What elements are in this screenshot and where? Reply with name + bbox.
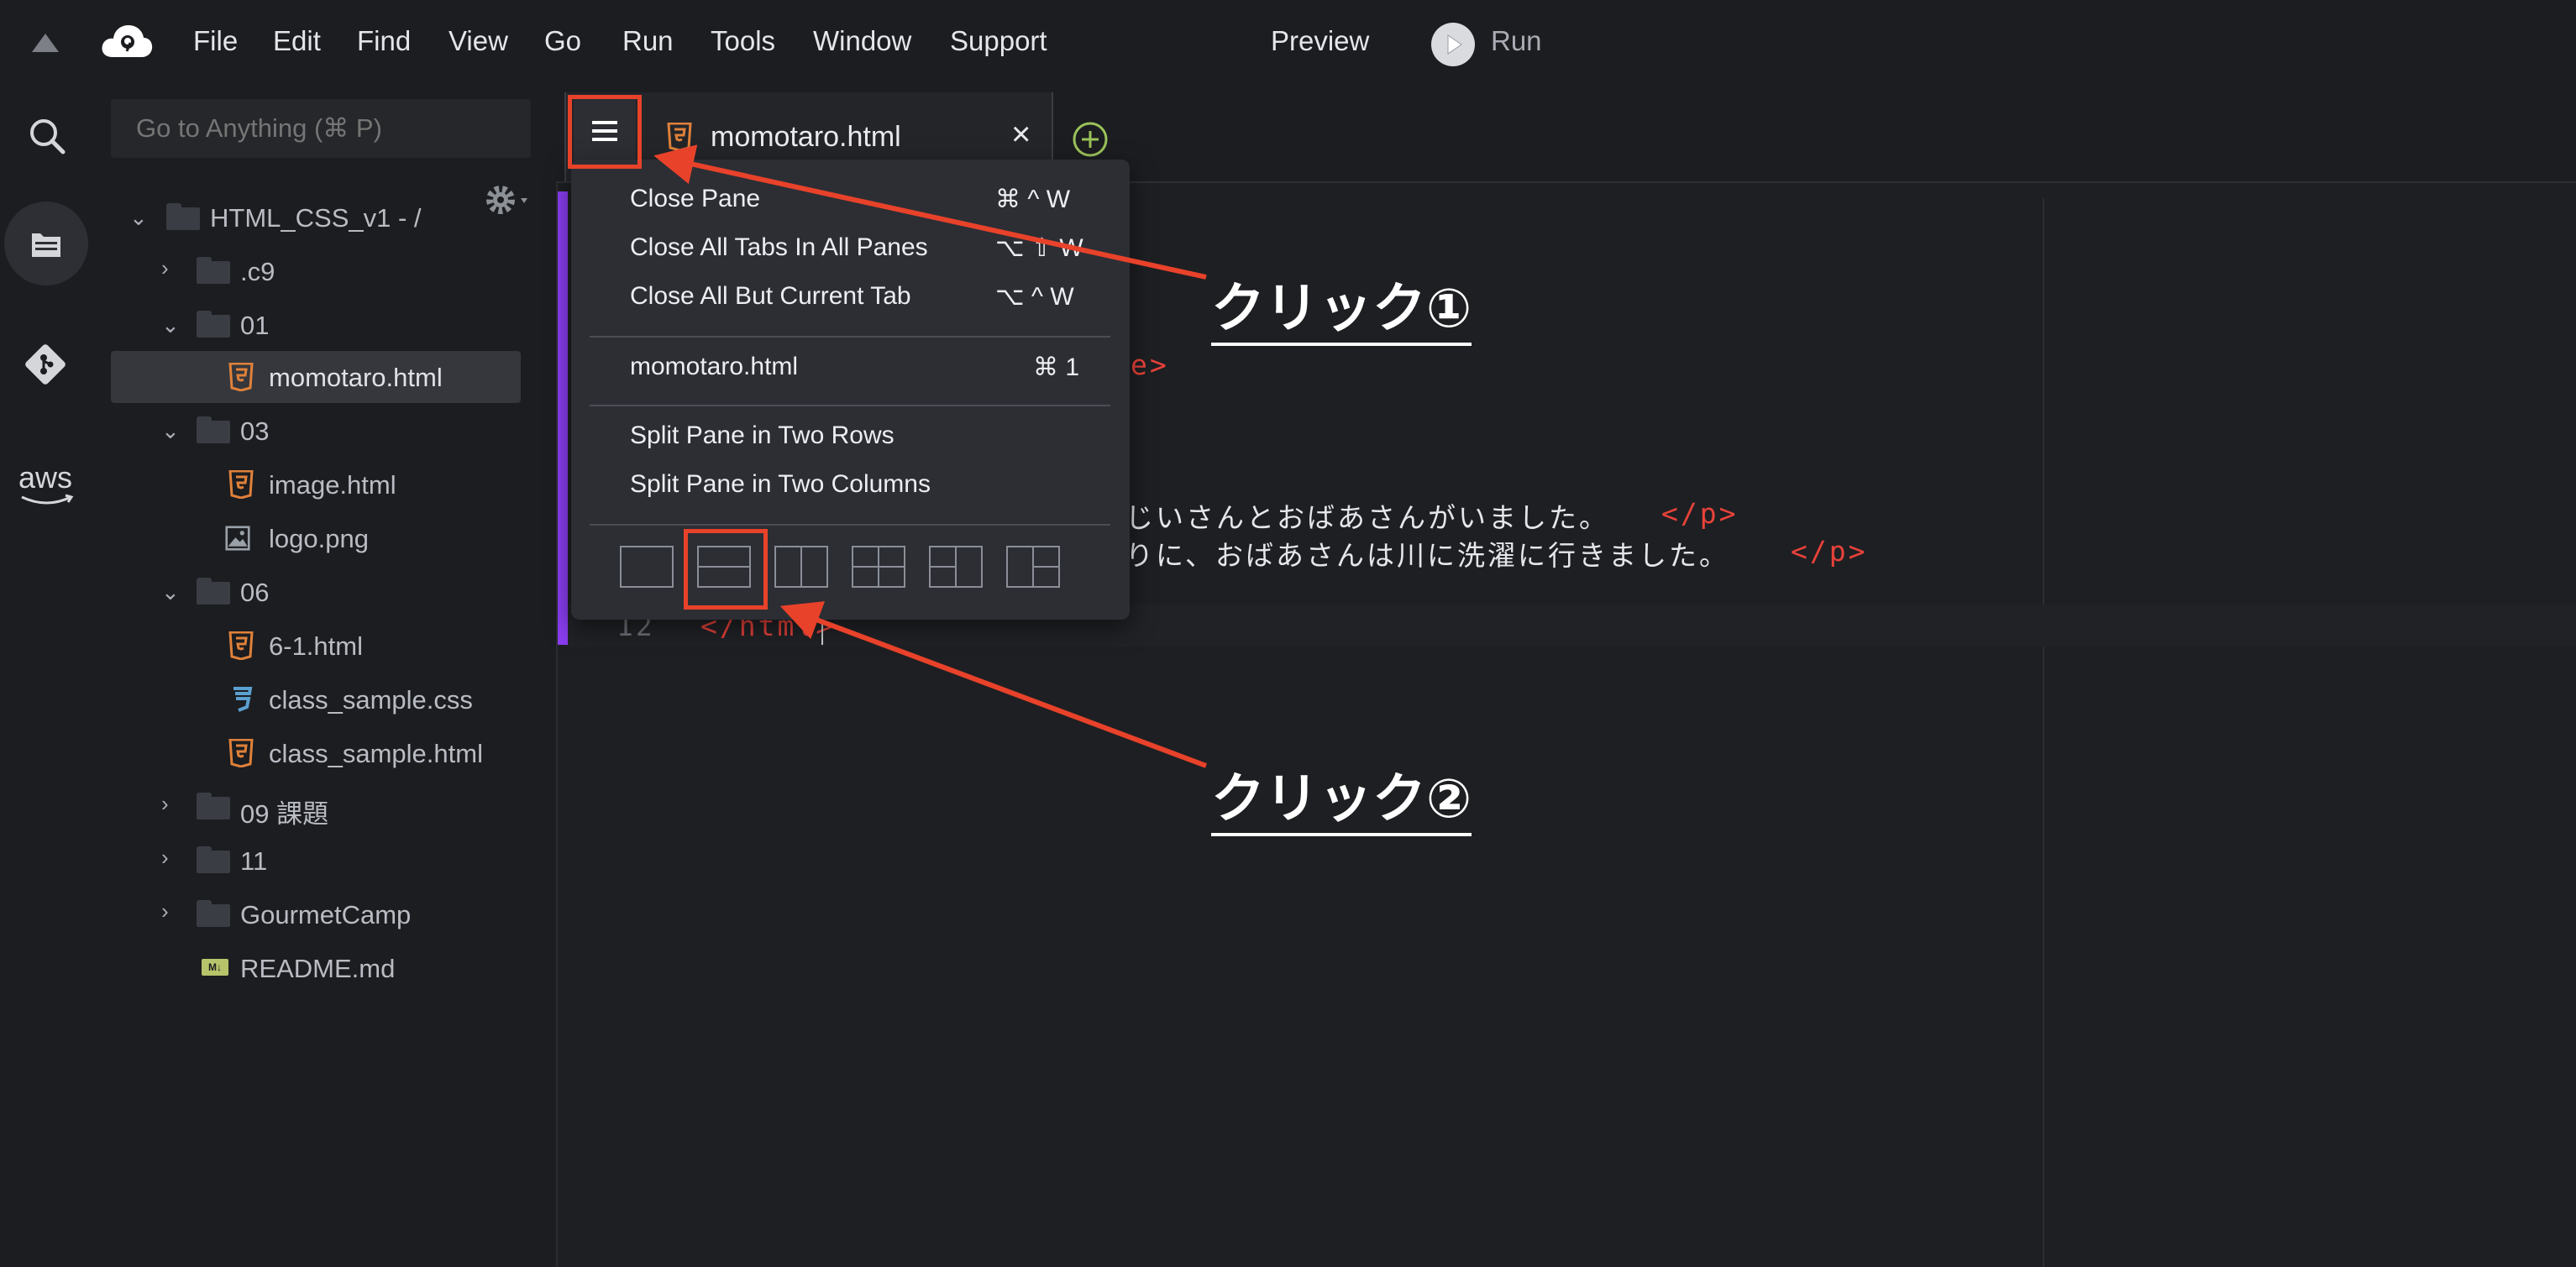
arrow-to-two-rows <box>779 601 1208 768</box>
annotation-click-2: クリック② <box>1211 756 1472 836</box>
annotation-arrows <box>653 144 1208 768</box>
arrow-to-menu-button <box>653 144 1207 280</box>
annotation-click-1: クリック① <box>1211 265 1472 346</box>
